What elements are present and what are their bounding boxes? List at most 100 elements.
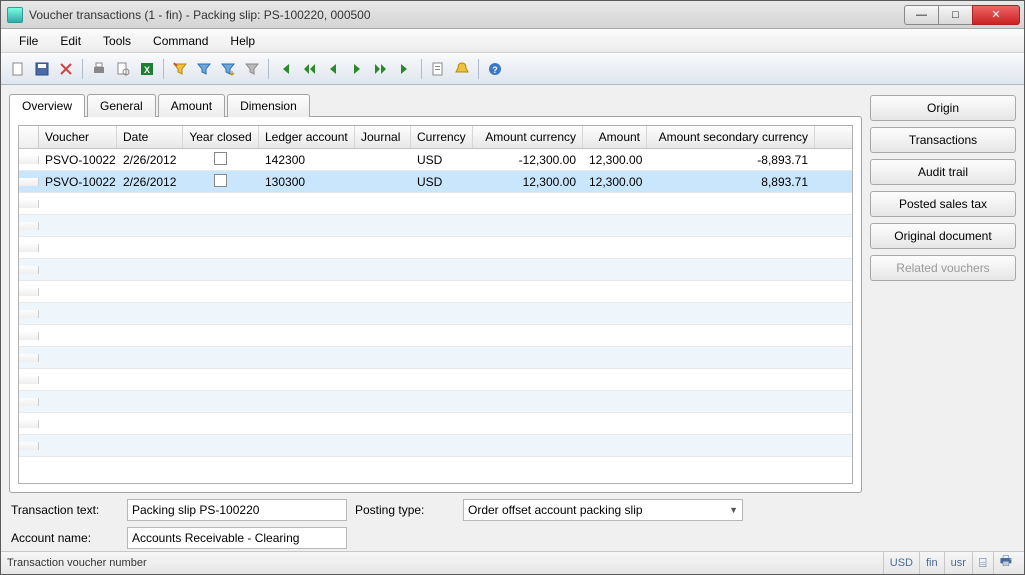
delete-icon[interactable] [55, 58, 77, 80]
tab-overview[interactable]: Overview [9, 94, 85, 117]
col-header-ledger-account[interactable]: Ledger account [259, 126, 355, 148]
cell-amount-secondary[interactable]: -8,893.71 [647, 151, 815, 169]
svg-text:X: X [144, 65, 150, 75]
origin-button[interactable]: Origin [870, 95, 1016, 121]
cell-amount[interactable]: 12,300.00 [583, 151, 647, 169]
grid-body[interactable]: PSVO-100220 2/26/2012 142300 USD -12,300… [19, 149, 852, 483]
cell-date[interactable]: 2/26/2012 [117, 151, 183, 169]
alert-icon[interactable] [451, 58, 473, 80]
col-header-date[interactable]: Date [117, 126, 183, 148]
cell-amount-currency[interactable]: 12,300.00 [473, 173, 583, 191]
table-row[interactable] [19, 193, 852, 215]
help-icon[interactable]: ? [484, 58, 506, 80]
filter-sort-icon[interactable] [217, 58, 239, 80]
print-icon[interactable] [88, 58, 110, 80]
checkbox-icon[interactable] [214, 174, 227, 187]
filter-by-grid-icon[interactable] [193, 58, 215, 80]
cell-amount-currency[interactable]: -12,300.00 [473, 151, 583, 169]
menu-help[interactable]: Help [220, 31, 265, 51]
table-row[interactable] [19, 369, 852, 391]
posting-type-select[interactable]: Order offset account packing slip ▼ [463, 499, 743, 521]
last-record-icon[interactable] [394, 58, 416, 80]
prev-page-icon[interactable] [298, 58, 320, 80]
maximize-button[interactable]: □ [938, 5, 972, 25]
row-handle[interactable] [19, 442, 39, 450]
cell-journal[interactable] [355, 180, 411, 184]
table-row[interactable]: PSVO-100220 2/26/2012 142300 USD -12,300… [19, 149, 852, 171]
table-row[interactable] [19, 303, 852, 325]
col-header-voucher[interactable]: Voucher [39, 126, 117, 148]
table-row[interactable] [19, 347, 852, 369]
cell-voucher[interactable]: PSVO-100220 [39, 151, 117, 169]
row-handle[interactable] [19, 288, 39, 296]
table-row[interactable] [19, 435, 852, 457]
cell-year-closed[interactable] [183, 150, 259, 170]
row-handle[interactable] [19, 222, 39, 230]
audit-trail-button[interactable]: Audit trail [870, 159, 1016, 185]
excel-icon[interactable]: X [136, 58, 158, 80]
row-handle[interactable] [19, 178, 39, 186]
cell-amount[interactable]: 12,300.00 [583, 173, 647, 191]
col-header-journal[interactable]: Journal [355, 126, 411, 148]
row-handle[interactable] [19, 244, 39, 252]
cell-voucher[interactable]: PSVO-100220 [39, 173, 117, 191]
checkbox-icon[interactable] [214, 152, 227, 165]
row-handle[interactable] [19, 354, 39, 362]
cell-journal[interactable] [355, 158, 411, 162]
next-page-icon[interactable] [370, 58, 392, 80]
cell-ledger[interactable]: 130300 [259, 173, 355, 191]
row-handle[interactable] [19, 376, 39, 384]
cell-ledger[interactable]: 142300 [259, 151, 355, 169]
document-handling-icon[interactable] [427, 58, 449, 80]
row-handle[interactable] [19, 266, 39, 274]
prev-record-icon[interactable] [322, 58, 344, 80]
next-record-icon[interactable] [346, 58, 368, 80]
row-handle[interactable] [19, 310, 39, 318]
table-row[interactable] [19, 325, 852, 347]
close-button[interactable]: ✕ [972, 5, 1020, 25]
transaction-text-field[interactable] [127, 499, 347, 521]
row-handle[interactable] [19, 332, 39, 340]
cell-date[interactable]: 2/26/2012 [117, 173, 183, 191]
related-vouchers-button: Related vouchers [870, 255, 1016, 281]
row-handle[interactable] [19, 398, 39, 406]
table-row[interactable] [19, 259, 852, 281]
menu-file[interactable]: File [9, 31, 48, 51]
tab-general[interactable]: General [87, 94, 156, 117]
menu-edit[interactable]: Edit [50, 31, 91, 51]
row-handle[interactable] [19, 200, 39, 208]
account-name-field[interactable] [127, 527, 347, 549]
col-header-amount-secondary[interactable]: Amount secondary currency [647, 126, 815, 148]
cell-currency[interactable]: USD [411, 173, 473, 191]
cell-currency[interactable]: USD [411, 151, 473, 169]
row-handle[interactable] [19, 420, 39, 428]
table-row[interactable] [19, 413, 852, 435]
minimize-button[interactable]: — [904, 5, 938, 25]
first-record-icon[interactable] [274, 58, 296, 80]
table-row[interactable] [19, 237, 852, 259]
table-row[interactable]: PSVO-100220 2/26/2012 130300 USD 12,300.… [19, 171, 852, 193]
row-handle[interactable] [19, 156, 39, 164]
col-header-currency[interactable]: Currency [411, 126, 473, 148]
col-header-year-closed[interactable]: Year closed [183, 126, 259, 148]
cell-amount-secondary[interactable]: 8,893.71 [647, 173, 815, 191]
print-preview-icon[interactable] [112, 58, 134, 80]
tab-dimension[interactable]: Dimension [227, 94, 310, 117]
cell-year-closed[interactable] [183, 172, 259, 192]
table-row[interactable] [19, 215, 852, 237]
filter-by-field-icon[interactable] [169, 58, 191, 80]
tab-amount[interactable]: Amount [158, 94, 225, 117]
clear-filter-icon[interactable] [241, 58, 263, 80]
posted-sales-tax-button[interactable]: Posted sales tax [870, 191, 1016, 217]
save-icon[interactable] [31, 58, 53, 80]
menubar: File Edit Tools Command Help [1, 29, 1024, 53]
original-document-button[interactable]: Original document [870, 223, 1016, 249]
menu-command[interactable]: Command [143, 31, 218, 51]
table-row[interactable] [19, 281, 852, 303]
transactions-button[interactable]: Transactions [870, 127, 1016, 153]
new-icon[interactable] [7, 58, 29, 80]
table-row[interactable] [19, 391, 852, 413]
col-header-amount-currency[interactable]: Amount currency [473, 126, 583, 148]
menu-tools[interactable]: Tools [93, 31, 141, 51]
col-header-amount[interactable]: Amount [583, 126, 647, 148]
